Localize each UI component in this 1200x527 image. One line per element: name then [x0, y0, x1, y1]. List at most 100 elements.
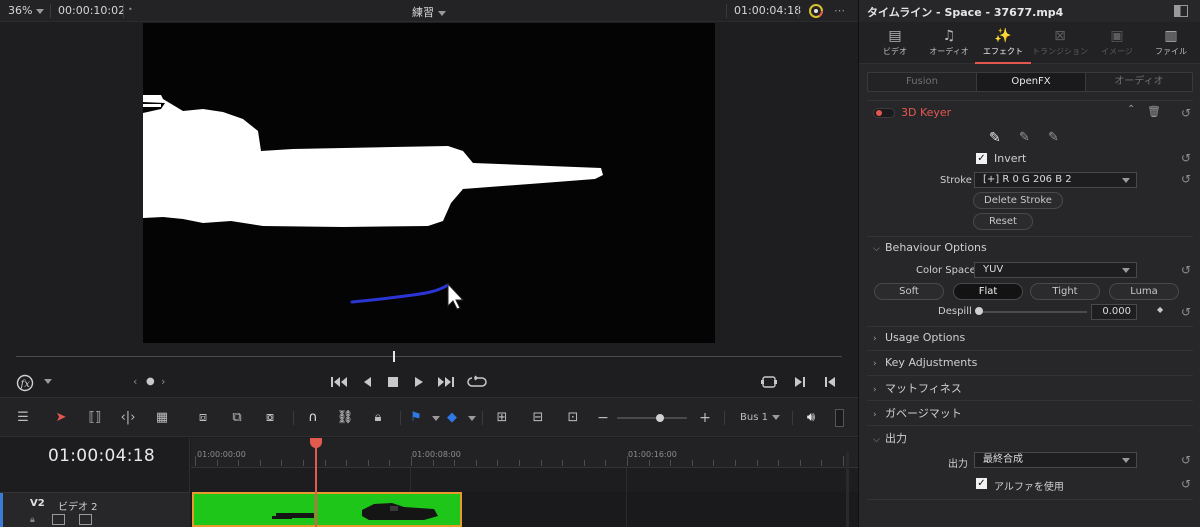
color-wheel-icon[interactable]: [808, 3, 824, 19]
usage-options-section[interactable]: › Usage Options: [873, 331, 965, 344]
more-options-icon[interactable]: ⋯: [834, 4, 845, 17]
next-edit-icon[interactable]: [794, 375, 806, 389]
match-frame-icon[interactable]: [761, 375, 777, 389]
speaker-icon[interactable]: 🔊︎: [800, 409, 822, 427]
zoom-out-icon[interactable]: −: [592, 409, 614, 427]
trim-tool-icon[interactable]: ⟦⟧: [84, 409, 106, 427]
insert-clip-icon[interactable]: ⧈: [192, 409, 214, 427]
reset-icon[interactable]: ↺: [1179, 106, 1193, 120]
tab-video[interactable]: ▤ ビデオ: [867, 22, 923, 64]
viewer-scrub-bar[interactable]: [16, 356, 842, 357]
ruler-tick: [778, 460, 780, 466]
previous-edit-icon[interactable]: [824, 375, 836, 389]
color-space-dropdown[interactable]: YUV: [974, 262, 1137, 278]
chevron-down-icon[interactable]: [44, 379, 52, 384]
despill-slider-handle[interactable]: [975, 307, 983, 315]
video-frame[interactable]: [143, 23, 715, 343]
ruler-tick: [540, 460, 542, 466]
reset-icon[interactable]: ↺: [1179, 453, 1193, 467]
timeline-playhead[interactable]: [315, 438, 317, 527]
zoom-in-icon[interactable]: +: [694, 409, 716, 427]
tab-effects[interactable]: ✨ エフェクト: [975, 22, 1031, 64]
zoom-selector[interactable]: 36%: [8, 4, 45, 17]
keyframe-dot-icon[interactable]: ●: [146, 375, 155, 389]
section-title: マットフィネス: [885, 382, 962, 395]
track-lock-icon[interactable]: 🔒︎: [30, 515, 35, 525]
effect-enable-toggle[interactable]: [873, 108, 895, 118]
keyframe-diamond-icon[interactable]: ◆: [1157, 305, 1163, 314]
key-mode-flat[interactable]: Flat: [953, 283, 1023, 300]
eyedropper-add-icon[interactable]: ✎: [1048, 130, 1059, 145]
marker-icon[interactable]: ◆: [441, 409, 463, 427]
eyedropper-subtract-icon[interactable]: ✎: [1019, 130, 1030, 145]
eyedropper-icon[interactable]: ✎: [989, 130, 1001, 146]
key-adjustments-section[interactable]: › Key Adjustments: [873, 356, 977, 369]
trash-icon[interactable]: 🗑︎: [1147, 105, 1161, 118]
tab-file[interactable]: ▥ ファイル: [1143, 22, 1199, 64]
key-mode-tight[interactable]: Tight: [1030, 283, 1100, 300]
reset-button[interactable]: Reset: [973, 213, 1033, 230]
bus-selector[interactable]: Bus 1: [740, 412, 780, 423]
track-visibility-icon[interactable]: [79, 514, 92, 525]
next-keyframe-icon[interactable]: ›: [161, 375, 165, 389]
auto-select-icon[interactable]: [52, 514, 65, 525]
scrub-playhead[interactable]: [393, 351, 395, 362]
effect-name[interactable]: 3D Keyer: [901, 106, 951, 119]
flag-icon[interactable]: ⚑: [405, 409, 427, 427]
clip-title-dropdown[interactable]: 練習: [412, 4, 446, 20]
zoom-full-icon[interactable]: ⊞: [491, 409, 513, 427]
dynamic-trim-icon[interactable]: ‹|›: [117, 409, 139, 427]
behaviour-options-section[interactable]: ⌵ Behaviour Options: [873, 241, 987, 254]
blade-tool-icon[interactable]: ▦: [151, 409, 173, 427]
reset-icon[interactable]: ↺: [1179, 263, 1193, 277]
reset-icon[interactable]: ↺: [1179, 172, 1193, 186]
zoom-custom-icon[interactable]: ⊡: [562, 409, 584, 427]
timeline-tracks-area[interactable]: 01:00:00:00 01:00:08:00 01:00:16:00: [191, 438, 858, 527]
tab-transition[interactable]: ⊠ トランジション: [1029, 22, 1091, 64]
subtab-fusion[interactable]: Fusion: [868, 73, 976, 91]
zoom-slider-handle[interactable]: [656, 414, 664, 422]
reset-icon[interactable]: ↺: [1179, 151, 1193, 165]
use-alpha-checkbox[interactable]: ✓: [976, 478, 987, 489]
inspector-expand-icon[interactable]: [1174, 5, 1188, 17]
key-mode-soft[interactable]: Soft: [874, 283, 944, 300]
key-mode-luma[interactable]: Luma: [1109, 283, 1179, 300]
timeline-ruler[interactable]: 01:00:00:00 01:00:08:00 01:00:16:00: [191, 438, 858, 468]
chevron-down-icon: [36, 8, 45, 14]
stroke-dropdown[interactable]: [+] R 0 G 206 B 2: [974, 172, 1137, 188]
delete-stroke-button[interactable]: Delete Stroke: [973, 192, 1063, 209]
grid-line: [626, 468, 627, 527]
snapping-icon[interactable]: ∩: [302, 409, 324, 427]
fx-icon[interactable]: fx: [16, 374, 34, 396]
zoom-detail-icon[interactable]: ⊟: [527, 409, 549, 427]
selection-tool-icon[interactable]: ➤: [50, 409, 72, 427]
reset-icon[interactable]: ↺: [1179, 305, 1193, 319]
tab-image[interactable]: ▣ イメージ: [1089, 22, 1145, 64]
previous-keyframe-icon[interactable]: ‹: [133, 375, 137, 389]
output-dropdown[interactable]: 最終合成: [974, 452, 1137, 468]
zoom-slider[interactable]: [617, 417, 687, 419]
output-section[interactable]: ⌵ 出力: [873, 430, 907, 446]
garbage-matte-section[interactable]: › ガベージマット: [873, 405, 962, 421]
reset-icon[interactable]: ↺: [1179, 477, 1193, 491]
chevron-down-icon[interactable]: [432, 416, 440, 421]
invert-checkbox[interactable]: ✓: [976, 153, 987, 164]
despill-value[interactable]: 0.000: [1091, 304, 1137, 320]
subtab-openfx[interactable]: OpenFX: [976, 73, 1086, 91]
matte-finesse-section[interactable]: › マットフィネス: [873, 380, 962, 396]
replace-clip-icon[interactable]: ⧇: [259, 409, 281, 427]
timeline-timecode[interactable]: 01:00:04:18: [48, 446, 155, 466]
subtab-audio[interactable]: オーディオ: [1086, 73, 1192, 91]
timeline-vertical-scrollbar[interactable]: [846, 452, 849, 527]
track-header-v2[interactable]: V2 ビデオ 2 🔒︎: [0, 492, 190, 527]
expand-collapse-icon[interactable]: ⌃: [1127, 104, 1135, 115]
chevron-down-icon[interactable]: [468, 416, 476, 421]
despill-slider[interactable]: [977, 311, 1087, 313]
tab-audio[interactable]: ♫ オーディオ: [921, 22, 977, 64]
position-lock-icon[interactable]: 🔒︎: [367, 409, 389, 427]
overwrite-clip-icon[interactable]: ⧉: [226, 409, 248, 427]
linked-selection-icon[interactable]: ⛓: [334, 409, 356, 427]
track-name[interactable]: ビデオ 2: [58, 498, 98, 513]
timeline-view-options-icon[interactable]: ☰: [12, 409, 34, 427]
video-clip[interactable]: [192, 492, 462, 527]
